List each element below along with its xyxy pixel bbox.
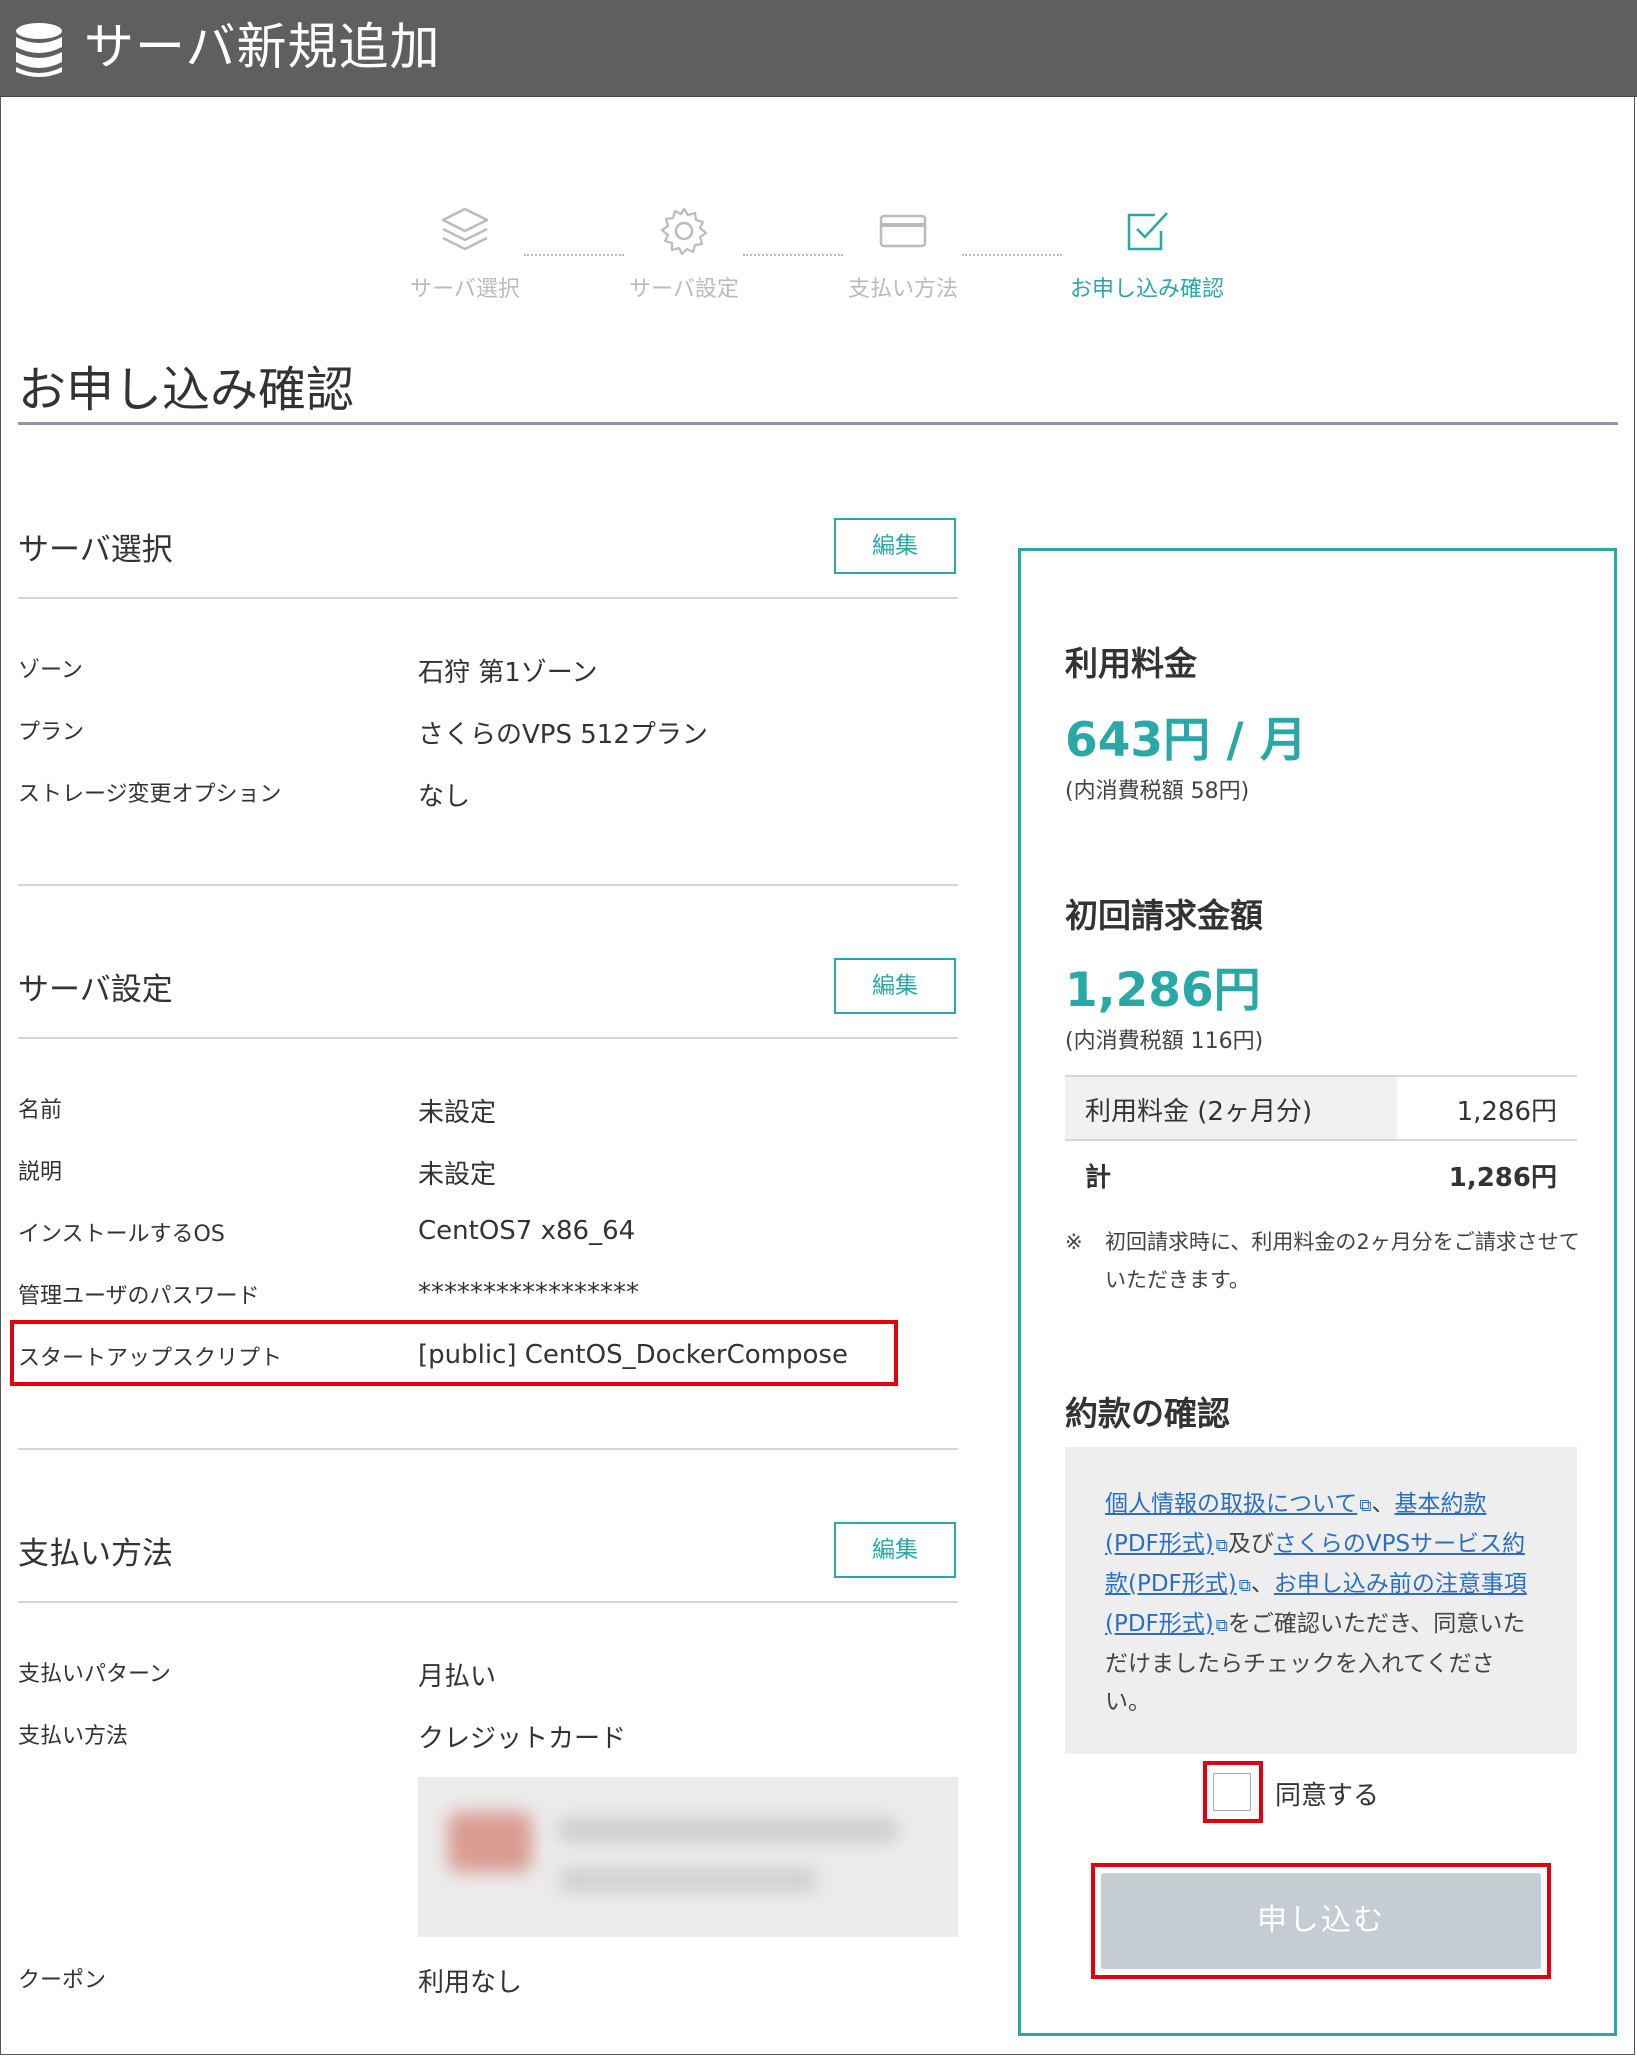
field-label-storage-option: ストレージ変更オプション [18,782,282,807]
field-label-name: 名前 [18,1098,63,1123]
row-label: 利用料金 (2ヶ月分) [1085,1097,1313,1127]
external-link-icon: ⧉ [1238,1576,1251,1596]
edit-payment-button[interactable]: 編集 [834,1522,956,1578]
field-label-payment-pattern: 支払いパターン [18,1662,171,1687]
field-value-coupon: 利用なし [418,1968,523,1998]
field-value-payment-method: クレジットカード [418,1724,627,1754]
field-value-payment-pattern: 月払い [418,1662,497,1692]
check-square-icon [1127,212,1168,251]
field-label-description: 説明 [18,1160,63,1185]
field-value-os: CentOS7 x86_64 [418,1216,636,1246]
privacy-policy-link[interactable]: 個人情報の取扱について [1105,1491,1357,1517]
step-confirm: お申し込み確認 [1067,205,1227,303]
divider [18,597,958,599]
row-value: 1,286円 [1456,1097,1557,1127]
divider [18,1037,958,1039]
initial-charge-heading: 初回請求金額 [1065,896,1263,935]
step-server-settings: サーバ設定 [604,205,764,303]
submit-application-button[interactable]: 申し込む [1101,1873,1541,1969]
initial-charge-tax: (内消費税額 116円) [1065,1029,1264,1054]
total-label: 計 [1085,1163,1112,1193]
field-label-plan: プラン [18,720,85,745]
step-label: サーバ設定 [629,277,739,302]
divider [18,1601,958,1603]
section-title-payment: 支払い方法 [18,1536,173,1572]
order-summary-panel: 利用料金 643円 / 月 (内消費税額 58円) 初回請求金額 1,286円 … [1018,548,1617,2036]
step-connector [962,254,1062,256]
usage-fee-heading: 利用料金 [1065,644,1197,683]
field-value-zone: 石狩 第1ゾーン [418,658,598,688]
card-brand-logo-blurred [448,1812,532,1872]
step-label: サーバ選択 [410,277,520,302]
total-value: 1,286円 [1448,1163,1557,1193]
field-label-zone: ゾーン [18,658,83,683]
divider [18,1448,958,1450]
note-mark: ※ [1065,1230,1083,1254]
table-row: 利用料金 (2ヶ月分) 1,286円 [1065,1075,1577,1141]
field-label-payment-method: 支払い方法 [18,1724,129,1749]
external-link-icon: ⧉ [1215,1536,1228,1556]
field-value-plan: さくらのVPS 512プラン [418,720,708,750]
terms-box: 個人情報の取扱について ⧉、基本約款(PDF形式) ⧉及びさくらのVPSサービス約款… [1065,1447,1577,1754]
title-divider [18,422,1618,425]
card-text-blurred [558,1867,818,1893]
edit-server-select-button[interactable]: 編集 [834,518,956,574]
credit-card-info-blurred [418,1777,958,1937]
step-payment: 支払い方法 [823,205,983,303]
divider [18,884,958,886]
layers-icon [441,207,489,251]
step-label: お申し込み確認 [1069,277,1224,302]
page-title: お申し込み確認 [18,362,355,418]
window-titlebar: サーバ新規追加 [0,0,1637,97]
field-value-description: 未設定 [418,1160,497,1190]
note-text: 初回請求時に、利用料金の2ヶ月分をご請求させていただきます。 [1105,1230,1580,1292]
billing-note: ※ 初回請求時に、利用料金の2ヶ月分をご請求させていただきます。 [1065,1223,1585,1299]
step-label: 支払い方法 [847,277,958,302]
credit-card-icon [879,214,927,248]
card-text-blurred [558,1817,898,1843]
usage-fee-tax: (内消費税額 58円) [1065,779,1250,804]
field-value-storage-option: なし [418,782,471,812]
section-title-server-settings: サーバ設定 [18,972,173,1008]
gear-icon [660,207,708,256]
window-title: サーバ新規追加 [84,18,441,76]
step-connector [524,254,624,256]
database-icon [16,23,62,77]
field-label-admin-password: 管理ユーザのパスワード [18,1284,260,1309]
terms-heading: 約款の確認 [1065,1394,1230,1433]
step-server-select: サーバ選択 [385,205,545,303]
field-label-os: インストールするOS [18,1222,225,1247]
field-value-name: 未設定 [418,1098,497,1128]
usage-fee-price: 643円 / 月 [1065,713,1307,768]
edit-server-settings-button[interactable]: 編集 [834,958,956,1014]
external-link-icon: ⧉ [1215,1616,1228,1636]
field-label-coupon: クーポン [18,1968,107,1993]
startup-script-highlight [10,1320,898,1386]
agree-checkbox[interactable] [1213,1773,1251,1811]
agree-label[interactable]: 同意する [1275,1775,1379,1812]
table-row-total: 計 1,286円 [1065,1139,1577,1205]
external-link-icon: ⧉ [1359,1496,1372,1516]
field-value-admin-password: ***************** [418,1278,639,1308]
initial-charge-price: 1,286円 [1065,963,1261,1018]
step-connector [743,254,843,256]
section-title-server-select: サーバ選択 [18,532,173,568]
